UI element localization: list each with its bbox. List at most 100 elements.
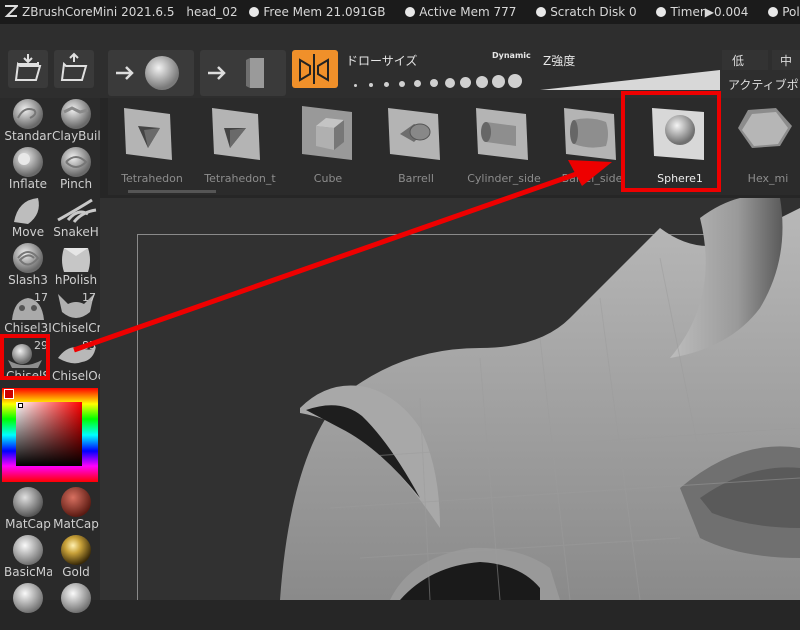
tool-label: Cylinder_side — [467, 172, 541, 185]
app-title: ZBrushCoreMini 2021.6.5 — [22, 5, 175, 19]
sphere1-highlight-box — [621, 91, 721, 192]
color-picker[interactable] — [2, 388, 98, 482]
material-label: BasicMa — [4, 565, 52, 579]
dynamic-label: Dynamic — [492, 51, 531, 60]
brush-hpolish[interactable]: hPolish — [52, 242, 100, 290]
low-label: 低 — [732, 54, 745, 68]
save-file-button[interactable] — [54, 50, 94, 88]
tool-scrollbar[interactable] — [128, 190, 216, 193]
brush-standard[interactable]: Standar — [4, 98, 52, 146]
brush-label: Pinch — [59, 177, 93, 191]
cylinder-icon — [476, 108, 528, 160]
tool-cylinder-side[interactable]: Cylinder_side — [460, 98, 548, 190]
arrow-cylinder-icon — [208, 58, 264, 88]
tool-label: Barrell — [398, 172, 434, 185]
slash-brush-icon — [13, 243, 43, 273]
low-button[interactable]: 低 — [722, 50, 768, 70]
save-folder-icon — [60, 52, 88, 81]
top-shelf: ドローサイズ Dynamic Z強度 低 中 アクティブポ — [0, 24, 800, 98]
white-material-icon — [61, 583, 91, 613]
active-mem: Active Mem 777 — [419, 5, 517, 19]
matcap-gray-icon — [13, 487, 43, 517]
active-mem-icon — [405, 7, 416, 17]
brush-label: ChiselOc — [52, 369, 100, 383]
pinch-brush-icon — [61, 147, 91, 177]
tool-cube[interactable]: Cube — [284, 98, 372, 190]
matcap-red-icon — [61, 487, 91, 517]
brush-chiselcreature[interactable]: 17 ChiselCr — [52, 290, 100, 338]
tool-barrell[interactable]: Barrell — [372, 98, 460, 190]
white-material-icon — [13, 583, 43, 613]
material-basic[interactable]: BasicMa — [4, 534, 52, 582]
brush-inflate[interactable]: Inflate — [4, 146, 52, 194]
brush-label: Slash3 — [8, 273, 48, 287]
material-white-2[interactable] — [52, 582, 100, 630]
free-mem: Free Mem 21.091GB — [263, 5, 386, 19]
active-points-label: アクティブポ — [728, 78, 799, 92]
zbrush-logo-icon — [4, 5, 18, 17]
move-brush-icon — [14, 198, 39, 224]
material-matcap-gray[interactable]: MatCap — [4, 486, 52, 534]
brush-chiseloctopus[interactable]: 85 ChiselOc — [52, 338, 100, 386]
z-intensity-label: Z強度 — [543, 54, 576, 68]
hexagon-icon — [738, 108, 792, 148]
arrow-sphere-icon — [116, 56, 179, 90]
material-label: MatCap — [53, 517, 99, 531]
brush-label: Standar — [4, 129, 52, 143]
polycount-icon — [768, 7, 779, 17]
z-intensity-slider[interactable] — [540, 68, 720, 90]
open-file-button[interactable] — [8, 50, 48, 88]
tool-hex-mi[interactable]: Hex_mi — [724, 98, 800, 190]
brush-pinch[interactable]: Pinch — [52, 146, 100, 194]
mid-button[interactable]: 中 — [772, 50, 800, 70]
gold-material-icon — [61, 535, 91, 565]
material-matcap-red[interactable]: MatCap — [52, 486, 100, 534]
save-tool-button[interactable] — [200, 50, 286, 96]
tetrahedron-icon — [124, 108, 172, 160]
brush-label: Inflate — [8, 177, 48, 191]
snakehook-brush-icon — [57, 198, 97, 223]
inflate-brush-icon — [13, 147, 43, 177]
brush-label: Chisel3I — [4, 321, 52, 335]
viewport-canvas[interactable] — [100, 198, 800, 600]
brush-label: ClayBuil — [52, 129, 100, 143]
brush-label: hPolish — [54, 273, 98, 287]
hpolish-brush-icon — [62, 248, 90, 272]
basic-material-icon — [13, 535, 43, 565]
brush-slash3[interactable]: Slash3 — [4, 242, 52, 290]
tool-label: Tetrahedon — [121, 172, 183, 185]
brush-count: 17 — [82, 291, 96, 304]
material-label: Gold — [62, 565, 90, 579]
main-color-swatch[interactable] — [4, 389, 14, 399]
barrel-icon — [388, 108, 440, 160]
open-folder-icon — [14, 54, 42, 81]
file-name: head_02 — [186, 5, 238, 19]
color-saturation-area[interactable] — [16, 402, 82, 466]
brush-chisel3d[interactable]: 17 Chisel3I — [4, 290, 52, 338]
brush-claybuildup[interactable]: ClayBuil — [52, 98, 100, 146]
draw-size-label: ドローサイズ — [346, 54, 418, 68]
title-bar: ZBrushCoreMini 2021.6.5 head_02 Free Mem… — [0, 0, 800, 24]
mid-label: 中 — [780, 54, 793, 68]
brush-label: ChiselCr — [52, 321, 100, 335]
tool-tetrahedon[interactable]: Tetrahedon — [108, 98, 196, 190]
load-tool-button[interactable] — [108, 50, 194, 96]
color-cursor[interactable] — [18, 403, 23, 408]
brush-label: Move — [11, 225, 45, 239]
chiselsphere-highlight-box — [0, 334, 50, 380]
free-mem-icon — [249, 7, 260, 17]
timer-icon — [656, 7, 667, 17]
brush-snakehook[interactable]: SnakeH — [52, 194, 100, 242]
brush-move[interactable]: Move — [4, 194, 52, 242]
material-gold[interactable]: Gold — [52, 534, 100, 582]
barrel-side-icon — [564, 108, 616, 160]
brush-count: 17 — [34, 291, 48, 304]
tool-label: Cube — [313, 172, 343, 185]
polycount: PolyCount▶9.04 KP — [782, 5, 800, 19]
material-white-1[interactable] — [4, 582, 52, 630]
tool-tetrahedon-t[interactable]: Tetrahedon_t — [196, 98, 284, 190]
claybuildup-brush-icon — [61, 99, 91, 129]
standard-brush-icon — [13, 99, 43, 129]
tetrahedron-icon — [212, 108, 260, 160]
draw-mode-button[interactable] — [292, 50, 338, 88]
